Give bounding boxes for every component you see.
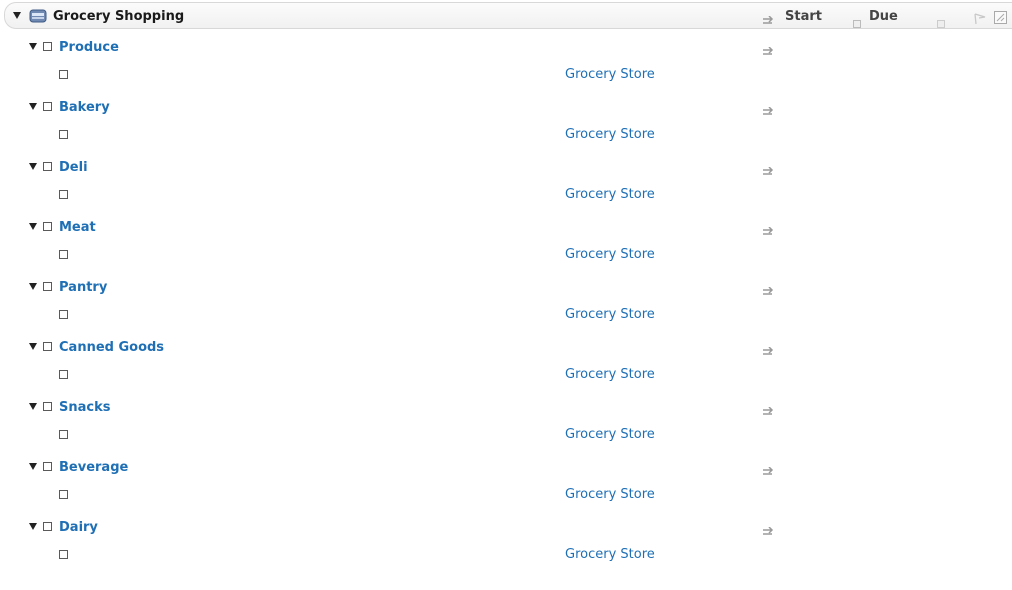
group-checkbox[interactable] [43,282,52,291]
sequential-arrow-icon[interactable] [762,102,776,115]
task-context[interactable]: Grocery Store [565,187,655,202]
group-checkbox[interactable] [43,102,52,111]
disclosure-triangle-icon[interactable] [29,223,37,230]
basket-icon [29,8,47,23]
task-checkbox[interactable] [59,250,68,259]
sequential-arrow-icon[interactable] [762,162,776,175]
disclosure-triangle-icon[interactable] [29,283,37,290]
sequential-arrow-icon[interactable] [762,462,776,475]
task-checkbox[interactable] [59,550,68,559]
start-column-header[interactable]: Start [785,9,822,24]
group-checkbox[interactable] [43,522,52,531]
note-icon[interactable] [994,9,1007,24]
group-title[interactable]: Beverage [59,460,128,475]
sequential-arrow-icon[interactable] [762,282,776,295]
group-checkbox[interactable] [43,462,52,471]
group-title[interactable]: Deli [59,160,88,175]
group-checkbox[interactable] [43,42,52,51]
group-title[interactable]: Produce [59,40,119,55]
group-checkbox[interactable] [43,342,52,351]
disclosure-triangle-icon[interactable] [29,103,37,110]
task-checkbox[interactable] [59,310,68,319]
disclosure-triangle-icon[interactable] [29,43,37,50]
task-checkbox[interactable] [59,190,68,199]
disclosure-triangle-icon[interactable] [29,163,37,170]
sequential-arrow-icon[interactable] [762,222,776,235]
task-checkbox[interactable] [59,490,68,499]
calendar-icon [853,13,861,28]
task-checkbox[interactable] [59,370,68,379]
disclosure-triangle-icon[interactable] [29,403,37,410]
due-column-header[interactable]: Due [869,9,898,24]
group-title[interactable]: Bakery [59,100,110,115]
group-title[interactable]: Meat [59,220,96,235]
project-row[interactable]: Grocery Shopping Start Due [4,2,1012,29]
task-context[interactable]: Grocery Store [565,547,655,562]
flag-icon[interactable] [973,10,987,25]
task-context[interactable]: Grocery Store [565,127,655,142]
sequential-arrow-icon[interactable] [762,42,776,55]
disclosure-triangle-icon[interactable] [13,12,21,19]
task-context[interactable]: Grocery Store [565,247,655,262]
group-checkbox[interactable] [43,402,52,411]
group-title[interactable]: Pantry [59,280,107,295]
outline-view: Grocery Shopping Start Due Produce Groce… [0,0,1012,590]
task-checkbox[interactable] [59,70,68,79]
task-checkbox[interactable] [59,130,68,139]
task-context[interactable]: Grocery Store [565,367,655,382]
task-context[interactable]: Grocery Store [565,487,655,502]
sequential-arrow-icon[interactable] [762,342,776,355]
group-title[interactable]: Canned Goods [59,340,164,355]
group-checkbox[interactable] [43,222,52,231]
disclosure-triangle-icon[interactable] [29,343,37,350]
task-context[interactable]: Grocery Store [565,67,655,82]
sequential-arrow-icon[interactable] [762,402,776,415]
group-title[interactable]: Dairy [59,520,98,535]
task-context[interactable]: Grocery Store [565,307,655,322]
sequential-arrow-icon[interactable] [762,522,776,535]
group-title[interactable]: Snacks [59,400,110,415]
grid-icon [937,13,945,28]
disclosure-triangle-icon[interactable] [29,463,37,470]
sequential-arrow-icon[interactable] [762,11,776,24]
project-title[interactable]: Grocery Shopping [53,9,184,24]
disclosure-triangle-icon[interactable] [29,523,37,530]
task-context[interactable]: Grocery Store [565,427,655,442]
task-checkbox[interactable] [59,430,68,439]
group-checkbox[interactable] [43,162,52,171]
